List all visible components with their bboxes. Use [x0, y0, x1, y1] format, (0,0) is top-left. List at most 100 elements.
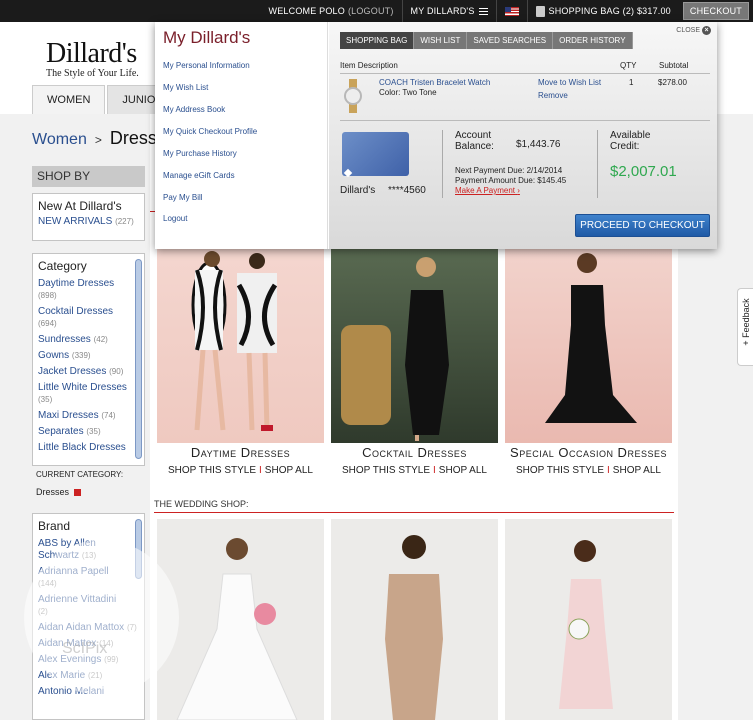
shop-this-style-link[interactable]: SHOP THIS STYLE — [342, 465, 430, 476]
watch-thumbnail[interactable] — [343, 79, 363, 113]
menu-icon — [478, 7, 488, 15]
dillards-logo[interactable]: Dillard's — [46, 38, 137, 70]
menu-quick-checkout[interactable]: My Quick Checkout Profile — [163, 127, 257, 136]
brand-label: Aidan Aidan Mattox — [38, 622, 125, 633]
brand-item[interactable]: Antonio Melani — [33, 684, 144, 700]
category-item[interactable]: Daytime Dresses (898) — [33, 276, 144, 304]
wedding-shop-title: THE WEDDING SHOP: — [154, 499, 249, 509]
breadcrumb-women[interactable]: Women — [32, 131, 87, 148]
special-occasion-dress-photo — [545, 253, 637, 423]
tab-order-history[interactable]: ORDER HISTORY — [553, 32, 633, 49]
logo-tagline: The Style of Your Life. — [46, 68, 139, 79]
category-item[interactable]: Jacket Dresses (90) — [33, 364, 144, 380]
brand-count: (144) — [38, 579, 57, 588]
brand-count: (2) — [38, 607, 48, 616]
wedding-image-3[interactable] — [505, 519, 672, 720]
product-caption-special-occasion[interactable]: Special Occasion Dresses — [505, 445, 672, 460]
menu-logout[interactable]: Logout — [163, 214, 187, 223]
product-caption-cocktail[interactable]: Cocktail Dresses — [331, 445, 498, 460]
shop-this-style-link[interactable]: SHOP THIS STYLE — [516, 465, 604, 476]
shop-by-header: SHOP BY — [32, 166, 145, 187]
product-caption-daytime[interactable]: Daytime Dresses — [157, 445, 324, 460]
account-divider-1 — [442, 130, 443, 198]
new-arrivals-link[interactable]: NEW ARRIVALS (227) — [33, 216, 144, 227]
dillards-card-icon — [342, 132, 409, 176]
card-holder: Dillard's ****4560 — [340, 185, 426, 196]
menu-address-book[interactable]: My Address Book — [163, 105, 225, 114]
category-item[interactable]: Gowns (339) — [33, 348, 144, 364]
my-dillards-dropdown: My Dillard's My Personal Information My … — [155, 22, 717, 249]
item-name-link[interactable]: COACH Tristen Bracelet Watch — [379, 78, 490, 87]
feedback-tab[interactable]: + Feedback — [737, 288, 753, 366]
brand-item[interactable]: Adrienne Vittadini (2) — [33, 592, 144, 620]
mother-of-bride-dress-photo — [385, 535, 443, 720]
menu-wish-list[interactable]: My Wish List — [163, 83, 208, 92]
new-at-title: New At Dillard's — [38, 199, 122, 213]
category-label: Cocktail Dresses — [38, 306, 114, 317]
payment-amount-due: Payment Amount Due: $145.45 — [455, 176, 567, 185]
category-item[interactable]: Cocktail Dresses (694) — [33, 304, 144, 332]
remove-filter-icon[interactable] — [74, 489, 82, 497]
menu-personal-information[interactable]: My Personal Information — [163, 61, 250, 70]
dropdown-title: My Dillard's — [163, 28, 251, 47]
watermark-text: ScIPix — [62, 640, 108, 657]
shop-this-style-link[interactable]: SHOP THIS STYLE — [168, 465, 256, 476]
shop-all-link[interactable]: SHOP ALL — [439, 465, 487, 476]
category-item[interactable]: Maxi Dresses (74) — [33, 408, 144, 424]
category-item[interactable]: Little White Dresses (35) — [33, 380, 144, 408]
account-balance-label: Account Balance: — [455, 130, 494, 152]
my-dillards-menu[interactable]: MY DILLARD'S — [401, 0, 496, 22]
tab-saved-searches[interactable]: SAVED SEARCHES — [467, 32, 554, 49]
category-box: Category Daytime Dresses (898) Cocktail D… — [32, 253, 145, 466]
logout-link[interactable]: (LOGOUT) — [348, 6, 394, 16]
chevron-right-icon: › — [517, 186, 520, 195]
product-image-special-occasion[interactable] — [505, 245, 672, 443]
next-payment-due: Next Payment Due: 2/14/2014 — [455, 166, 563, 175]
tab-women[interactable]: WOMEN — [32, 85, 106, 114]
category-item[interactable]: Sundresses (42) — [33, 332, 144, 348]
current-category-value: Dresses — [36, 487, 70, 497]
card-number: ****4560 — [388, 185, 426, 196]
category-title: Category — [38, 259, 87, 273]
category-item[interactable]: Separates (35) — [33, 424, 144, 440]
move-to-wish-list-link[interactable]: Move to Wish List — [538, 78, 601, 87]
wedding-dress-photo — [176, 538, 298, 720]
menu-egift-cards[interactable]: Manage eGift Cards — [163, 171, 235, 180]
new-arrivals-count: (227) — [115, 217, 134, 226]
wedding-image-2[interactable] — [331, 519, 498, 720]
country-selector[interactable] — [495, 0, 527, 22]
shop-all-link[interactable]: SHOP ALL — [265, 465, 313, 476]
proceed-to-checkout-button[interactable]: PROCEED TO CHECKOUT — [575, 214, 710, 237]
remove-item-link[interactable]: Remove — [538, 91, 568, 100]
tab-wish-list[interactable]: WISH LIST — [414, 32, 468, 49]
cocktail-dress-photo — [341, 257, 449, 441]
item-divider — [340, 120, 710, 121]
bag-tabs: SHOPPING BAG WISH LIST SAVED SEARCHES OR… — [340, 32, 633, 49]
close-button[interactable]: CLOSE × — [676, 26, 711, 35]
product-image-cocktail[interactable] — [331, 245, 498, 443]
brand-label: Alex Marie — [38, 670, 86, 681]
menu-purchase-history[interactable]: My Purchase History — [163, 149, 237, 158]
brand-item[interactable]: Alex Marie (21) — [33, 668, 144, 684]
category-item[interactable]: Little Black Dresses — [33, 440, 144, 456]
category-scrollbar[interactable] — [135, 259, 142, 459]
checkout-button[interactable]: CHECKOUT — [682, 2, 749, 20]
make-payment-link[interactable]: Make A Payment › — [455, 186, 520, 195]
tab-shopping-bag[interactable]: SHOPPING BAG — [340, 32, 415, 49]
wedding-image-1[interactable] — [157, 519, 324, 720]
product-image-daytime[interactable] — [157, 245, 324, 443]
brand-count: (21) — [88, 671, 103, 680]
category-label: Sundresses — [38, 334, 91, 345]
brand-scrollbar[interactable] — [135, 519, 142, 579]
brand-label: Antonio Melani — [38, 686, 105, 697]
brand-item[interactable]: Adrianna Papell (144) — [33, 564, 144, 592]
shop-all-link[interactable]: SHOP ALL — [613, 465, 661, 476]
daytime-dress-photo — [191, 251, 278, 431]
brand-item[interactable]: ABS by Allen Schwartz (13) — [33, 536, 144, 564]
shopping-bag-link[interactable]: SHOPPING BAG (2) $317.00 — [526, 0, 679, 22]
brand-item[interactable]: Aidan Aidan Mattox (7) — [33, 620, 144, 636]
brand-count: (7) — [126, 623, 137, 632]
category-count: (42) — [93, 335, 108, 344]
brand-title: Brand — [38, 519, 71, 533]
menu-pay-bill[interactable]: Pay My Bill — [163, 193, 203, 202]
